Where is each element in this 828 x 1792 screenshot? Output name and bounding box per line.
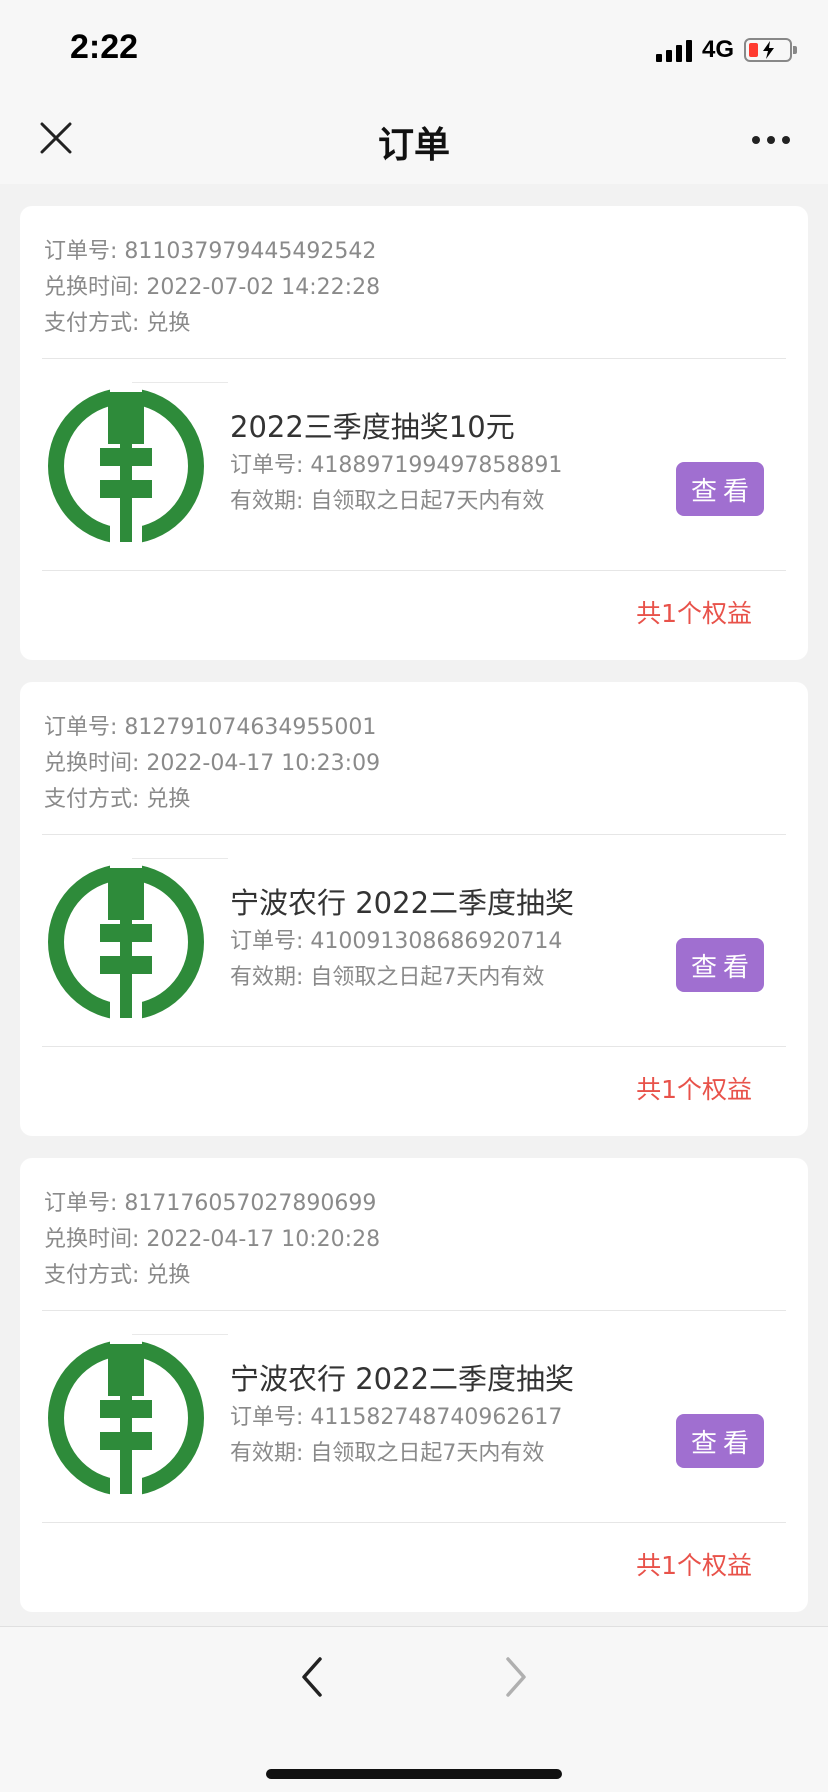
pay-method: 兑换 <box>146 787 191 812</box>
view-button[interactable]: 查看 <box>676 1414 764 1468</box>
status-time: 2:22 <box>70 28 139 66</box>
exchange-time: 2022-07-02 14:22:28 <box>146 275 381 300</box>
order-card[interactable]: 订单号: 817176057027890699 兑换时间: 2022-04-17… <box>20 1158 808 1612</box>
item-order-line: 订单号: 411582748740962617 <box>230 1405 563 1430</box>
view-button[interactable]: 查看 <box>676 938 764 992</box>
home-indicator <box>266 1769 562 1779</box>
pay-method-line: 支付方式: 兑换 <box>44 311 191 336</box>
item-order-number: 418897199497858891 <box>310 453 563 478</box>
benefit-summary: 共1个权益 <box>636 599 752 628</box>
item-title: 宁波农行 2022二季度抽奖 <box>230 886 575 920</box>
view-button[interactable]: 查看 <box>676 462 764 516</box>
item-validity-line: 有效期: 自领取之日起7天内有效 <box>230 1441 545 1466</box>
chevron-right-icon[interactable] <box>500 1655 530 1703</box>
divider <box>42 570 786 571</box>
page-title: 订单 <box>377 125 450 166</box>
exchange-time-line: 兑换时间: 2022-07-02 14:22:28 <box>44 275 381 300</box>
pay-method: 兑换 <box>146 1263 191 1288</box>
item-validity: 自领取之日起7天内有效 <box>310 965 545 990</box>
item-info: 2022三季度抽奖10元 订单号: 418897199497858891 有效期… <box>230 406 562 520</box>
exchange-time: 2022-04-17 10:23:09 <box>146 751 381 776</box>
exchange-time: 2022-04-17 10:20:28 <box>146 1227 381 1252</box>
item-info: 宁波农行 2022二季度抽奖 订单号: 410091308686920714 有… <box>230 882 574 996</box>
benefit-summary: 共1个权益 <box>636 1075 752 1104</box>
order-card[interactable]: 订单号: 812791074634955001 兑换时间: 2022-04-17… <box>20 682 808 1136</box>
item-validity-line: 有效期: 自领取之日起7天内有效 <box>230 489 545 514</box>
order-meta: 订单号: 812791074634955001 兑换时间: 2022-04-17… <box>44 710 380 818</box>
pay-method: 兑换 <box>146 311 191 336</box>
order-number: 811037979445492542 <box>124 239 377 264</box>
divider <box>42 358 786 359</box>
item-order-line: 订单号: 418897199497858891 <box>230 453 563 478</box>
abc-bank-logo-icon <box>42 858 210 1026</box>
chevron-left-icon[interactable] <box>298 1655 328 1703</box>
item-order-number: 411582748740962617 <box>310 1405 563 1430</box>
status-indicators: 4G <box>655 36 797 64</box>
exchange-time-line: 兑换时间: 2022-04-17 10:20:28 <box>44 1227 381 1252</box>
signal-icon <box>655 38 692 62</box>
order-number-line: 订单号: 812791074634955001 <box>44 715 377 740</box>
item-validity: 自领取之日起7天内有效 <box>310 1441 545 1466</box>
more-icon[interactable] <box>752 136 790 144</box>
item-order-line: 订单号: 410091308686920714 <box>230 929 563 954</box>
exchange-time-line: 兑换时间: 2022-04-17 10:23:09 <box>44 751 381 776</box>
item-validity: 自领取之日起7天内有效 <box>310 489 545 514</box>
status-bar: 2:22 4G <box>0 0 828 92</box>
divider <box>42 1046 786 1047</box>
nav-bar: 订单 <box>0 92 828 184</box>
order-meta: 订单号: 817176057027890699 兑换时间: 2022-04-17… <box>44 1186 380 1294</box>
divider <box>42 834 786 835</box>
order-number-line: 订单号: 811037979445492542 <box>44 239 377 264</box>
order-list: 订单号: 811037979445492542 兑换时间: 2022-07-02… <box>20 206 808 1634</box>
order-card[interactable]: 订单号: 811037979445492542 兑换时间: 2022-07-02… <box>20 206 808 660</box>
order-number-line: 订单号: 817176057027890699 <box>44 1191 377 1216</box>
pay-method-line: 支付方式: 兑换 <box>44 1263 191 1288</box>
bottom-toolbar <box>0 1626 828 1792</box>
benefit-summary: 共1个权益 <box>636 1551 752 1580</box>
item-info: 宁波农行 2022二季度抽奖 订单号: 411582748740962617 有… <box>230 1358 574 1472</box>
item-title: 2022三季度抽奖10元 <box>230 410 515 444</box>
abc-bank-logo-icon <box>42 1334 210 1502</box>
abc-bank-logo-icon <box>42 382 210 550</box>
order-number: 817176057027890699 <box>124 1191 377 1216</box>
divider <box>42 1310 786 1311</box>
item-title: 宁波农行 2022二季度抽奖 <box>230 1362 575 1396</box>
pay-method-line: 支付方式: 兑换 <box>44 787 191 812</box>
battery-icon <box>744 38 797 62</box>
network-type: 4G <box>701 36 734 63</box>
item-order-number: 410091308686920714 <box>310 929 563 954</box>
divider <box>42 1522 786 1523</box>
order-number: 812791074634955001 <box>124 715 377 740</box>
item-validity-line: 有效期: 自领取之日起7天内有效 <box>230 965 545 990</box>
order-meta: 订单号: 811037979445492542 兑换时间: 2022-07-02… <box>44 234 380 342</box>
